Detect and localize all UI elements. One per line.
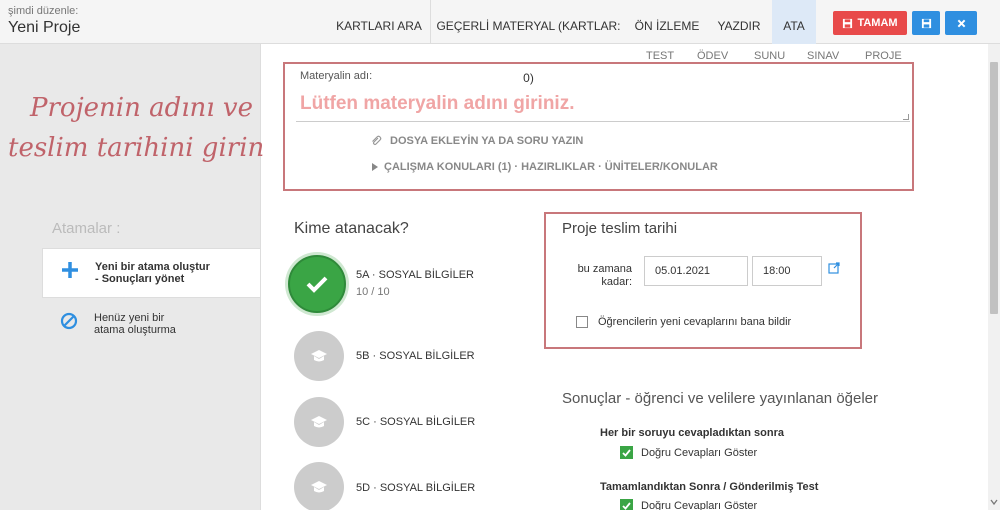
floppy-icon xyxy=(921,18,931,28)
create-assignment-title: Yeni bir atama oluştur xyxy=(95,261,210,273)
checked-checkbox-icon[interactable] xyxy=(620,446,633,459)
no-assignment-text: Henüz yeni bir atama oluşturma xyxy=(94,312,176,336)
annotation-line-1: Projenin adını ve xyxy=(30,93,253,123)
graduation-cap-icon xyxy=(311,416,327,428)
close-button[interactable] xyxy=(945,11,977,35)
caret-right-icon xyxy=(372,163,378,171)
create-assignment-text: Yeni bir atama oluştur - Sonuçları yönet xyxy=(95,261,210,285)
class-5b-name: 5B · SOSYAL BİLGİLER xyxy=(356,350,475,362)
edit-label: şimdi düzenle: xyxy=(8,5,79,17)
plus-icon xyxy=(62,262,78,278)
class-5a-toggle[interactable] xyxy=(288,255,346,313)
class-5c-name: 5C · SOSYAL BİLGİLER xyxy=(356,416,476,428)
nav-print[interactable]: YAZDIR xyxy=(710,0,768,44)
due-time-input[interactable]: 18:00 xyxy=(752,256,822,286)
assignments-heading: Atamalar : xyxy=(52,220,121,237)
no-assignment-item[interactable]: Henüz yeni bir atama oluşturma xyxy=(42,300,260,350)
create-assignment-item[interactable]: Yeni bir atama oluştur - Sonuçları yönet xyxy=(42,248,260,298)
tab-test[interactable]: TEST xyxy=(646,50,674,62)
nav-assign[interactable]: ATA xyxy=(772,0,816,44)
annotation-line-2: teslim tarihini girin xyxy=(8,133,265,163)
notify-option[interactable]: Öğrencilerin yeni cevaplarını bana bildi… xyxy=(576,316,791,328)
no-assignment-line-2: atama oluşturma xyxy=(94,324,176,336)
due-date-title: Proje teslim tarihi xyxy=(562,220,678,237)
ban-icon xyxy=(60,312,78,330)
topics-expander[interactable]: ÇALIŞMA KONULARI (1) · HAZIRLIKLAR · ÜNİ… xyxy=(372,161,718,173)
check-icon xyxy=(306,276,328,293)
external-edit-icon[interactable] xyxy=(828,262,840,274)
after-done-show-answers[interactable]: Doğru Cevapları Göster xyxy=(620,499,757,510)
tab-presentation[interactable]: SUNU xyxy=(754,50,785,62)
class-5a-count: 10 / 10 xyxy=(356,286,390,298)
nav-current-material[interactable]: GEÇERLİ MATERYAL (KARTLAR: 0) xyxy=(432,0,625,85)
notify-checkbox[interactable] xyxy=(576,316,588,328)
scroll-down-icon[interactable] xyxy=(990,499,998,505)
nav-divider xyxy=(430,0,431,44)
topics-label: ÇALIŞMA KONULARI (1) · HAZIRLIKLAR · ÜNİ… xyxy=(384,161,718,173)
due-date-input[interactable]: 05.01.2021 xyxy=(644,256,748,286)
tab-homework[interactable]: ÖDEV xyxy=(697,50,728,62)
paperclip-icon xyxy=(372,135,382,146)
material-name-label: Materyalin adı: xyxy=(300,70,373,82)
create-assignment-sub: - Sonuçları yönet xyxy=(95,273,185,285)
graduation-cap-icon xyxy=(311,481,327,493)
after-each-show-answers[interactable]: Doğru Cevapları Göster xyxy=(620,446,757,459)
material-name-input[interactable]: Lütfen materyalin adını giriniz. xyxy=(296,86,910,122)
close-icon xyxy=(957,19,965,27)
after-each-option-label: Doğru Cevapları Göster xyxy=(641,446,758,459)
due-date-label: bu zamana kadar: xyxy=(577,263,632,288)
project-title: Yeni Proje xyxy=(8,19,81,36)
tab-project[interactable]: PROJE xyxy=(865,50,902,62)
done-label: TAMAM xyxy=(857,17,898,29)
scrollbar-thumb[interactable] xyxy=(990,62,998,314)
class-5c-toggle[interactable] xyxy=(294,397,344,447)
save-icon xyxy=(843,18,853,28)
assign-to-heading: Kime atanacak? xyxy=(294,220,409,237)
class-5a-name: 5A · SOSYAL BİLGİLER xyxy=(356,269,474,281)
after-each-heading: Her bir soruyu cevapladıktan sonra xyxy=(600,427,785,439)
nav-search-cards[interactable]: KARTLARI ARA xyxy=(330,0,428,44)
done-button[interactable]: TAMAM xyxy=(833,11,907,35)
resize-handle[interactable] xyxy=(903,114,909,120)
results-title: Sonuçlar - öğrenci ve velilere yayınlana… xyxy=(562,390,879,407)
graduation-cap-icon xyxy=(311,350,327,362)
notify-label: Öğrencilerin yeni cevaplarını bana bildi… xyxy=(598,316,792,328)
class-5d-name: 5D · SOSYAL BİLGİLER xyxy=(356,482,476,494)
after-done-heading: Tamamlandıktan Sonra / Gönderilmiş Test xyxy=(600,481,819,493)
nav-preview[interactable]: ÖN İZLEME xyxy=(630,0,704,44)
no-assignment-line-1: Henüz yeni bir xyxy=(94,312,165,324)
attach-label: DOSYA EKLEYİN YA DA SORU YAZIN xyxy=(390,135,584,147)
class-5d-toggle[interactable] xyxy=(294,462,344,510)
attach-file-link[interactable]: DOSYA EKLEYİN YA DA SORU YAZIN xyxy=(370,135,583,147)
checked-checkbox-icon[interactable] xyxy=(620,499,633,510)
save-button[interactable] xyxy=(912,11,940,35)
material-name-placeholder: Lütfen materyalin adını giriniz. xyxy=(300,93,575,114)
instruction-annotation: Projenin adını ve teslim tarihini girin xyxy=(8,88,283,168)
after-done-option-label: Doğru Cevapları Göster xyxy=(641,499,758,510)
tab-exam[interactable]: SINAV xyxy=(807,50,839,62)
class-5b-toggle[interactable] xyxy=(294,331,344,381)
top-bar: şimdi düzenle: Yeni Proje KARTLARI ARA G… xyxy=(0,0,1000,85)
vertical-scrollbar[interactable] xyxy=(988,44,1000,510)
